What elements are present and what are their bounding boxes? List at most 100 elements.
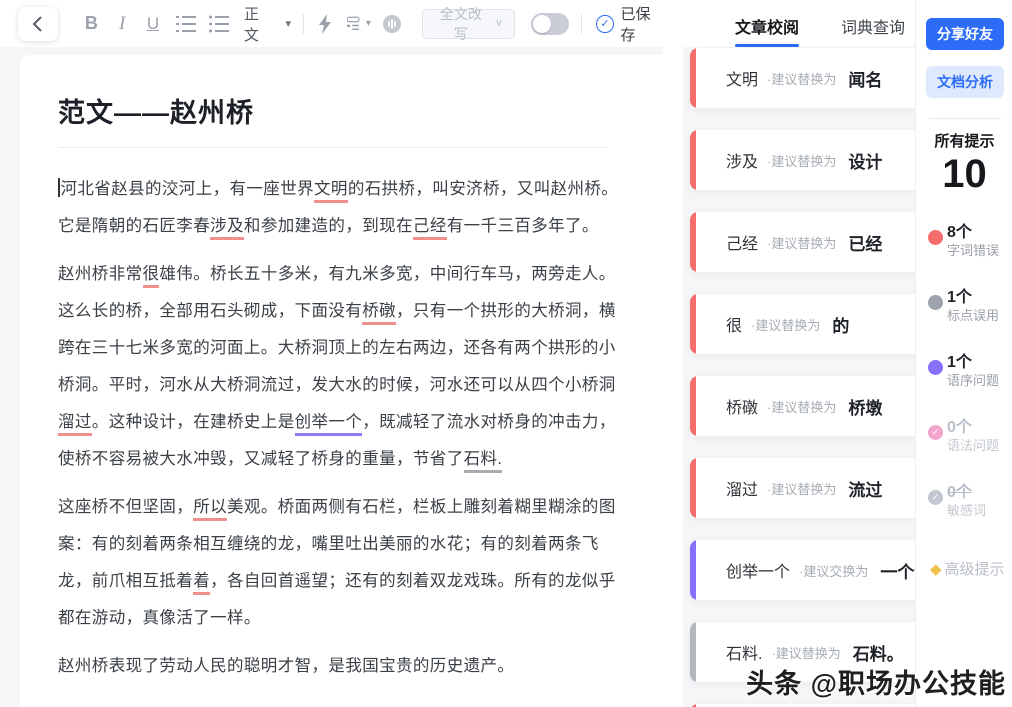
stat-row[interactable]: 1个 标点误用 [928,289,1012,325]
proofread-toggle[interactable] [531,13,569,35]
watermark: 头条 @职场办公技能 [746,662,1006,701]
sidebar-divider [929,118,1001,119]
flagged-text[interactable]: 文明 [314,180,348,203]
suggestion-replacement[interactable]: 石料。 [853,640,904,665]
suggestion-original: 文明 [726,66,758,90]
stat-row[interactable]: ✓ 0个 语法问题 [928,419,1012,455]
suggestion-action-label: ·建议替换为 [767,151,836,170]
unordered-list-button[interactable] [207,7,230,41]
stats-list: 8个 字词错误 1个 标点误用 1个 语序问题 ✓ 0个 语法问题 ✓ 0个 敏… [928,224,1012,549]
layout-icon [347,15,362,33]
unordered-list-icon [209,15,229,33]
body-text: 河北省赵县的洨河上，有一座世界 [61,180,315,198]
suggestion-action-label: ·建议替换为 [767,397,836,416]
document-paragraph[interactable]: 河北省赵县的洨河上，有一座世界文明的石拱桥，叫安济桥，又叫赵州桥。它是隋朝的石匠… [58,171,623,245]
stat-count: 8个 [947,224,999,242]
document-body[interactable]: 河北省赵县的洨河上，有一座世界文明的石拱桥，叫安济桥，又叫赵州桥。它是隋朝的石匠… [58,171,623,685]
suggestion-action-label: ·建议替换为 [767,479,836,498]
underline-button[interactable]: U [142,7,165,41]
suggestion-action-label: ·建议替换为 [751,315,820,334]
stat-row[interactable]: 8个 字词错误 [928,224,1012,260]
premium-hints-link[interactable]: ◆ 高级提示 [930,558,1005,579]
save-status: ✓ 已保存 [596,3,663,45]
toolbar: B I U 正文 ▾ ▾ 全文改 [0,0,663,47]
stat-label: 字词错误 [947,242,999,260]
back-button[interactable] [18,7,58,41]
stat-row[interactable]: 1个 语序问题 [928,354,1012,390]
suggestion-replacement[interactable]: 的 [832,312,849,337]
layout-menu-button[interactable]: ▾ [347,7,371,41]
flagged-text[interactable]: 石料. [464,450,503,473]
saved-label: 已保存 [621,3,663,45]
document-paragraph[interactable]: 这座桥不但坚固，所以美观。桥面两侧有石栏，栏板上雕刻着糊里糊涂的图案：有的刻着两… [58,489,623,637]
ordered-list-button[interactable] [174,7,197,41]
stat-check-icon: ✓ [928,490,943,505]
full-rewrite-label: 全文改写 [435,4,487,44]
suggestion-original: 创举一个 [726,558,790,582]
tab-article-proofread[interactable]: 文章校阅 [735,14,799,47]
flagged-text[interactable]: 己经 [413,217,447,240]
suggestion-card[interactable]: 创举一个 ·建议交换为 一个创举 [690,540,915,600]
flagged-text[interactable]: 桥礅 [362,302,396,325]
suggestion-original: 溜过 [726,476,758,500]
document-paragraph[interactable]: 赵州桥表现了劳动人民的聪明才智，是我国宝贵的历史遗产。 [58,648,623,685]
ordered-list-icon [176,15,196,33]
toolbar-divider [581,14,582,34]
body-text: 有一千三百多年了。 [447,217,599,235]
stat-count: 0个 [947,484,986,502]
document-sheet[interactable]: 范文——赵州桥 河北省赵县的洨河上，有一座世界文明的石拱桥，叫安济桥，又叫赵州桥… [20,55,663,707]
stat-dot-icon [928,360,943,375]
suggestion-card[interactable]: 溜过 ·建议替换为 流过 [690,458,915,518]
document-paragraph[interactable]: 赵州桥非常很雄伟。桥长五十多米，有九米多宽，中间行车马，两旁走人。这么长的桥，全… [58,256,623,478]
flagged-text[interactable]: 着 [193,572,210,595]
flagged-text[interactable]: 溜过 [58,413,92,436]
suggestion-card[interactable]: 己经 ·建议替换为 已经 [690,212,915,272]
full-rewrite-button[interactable]: 全文改写 ∨ [422,9,516,39]
italic-button[interactable]: I [111,7,134,41]
suggestion-replacement[interactable]: 桥墩 [848,394,882,419]
chevron-left-icon [32,16,43,32]
suggestion-replacement[interactable]: 流过 [848,476,882,501]
speaker-circle-icon [382,14,402,34]
suggestion-replacement[interactable]: 设计 [848,148,882,173]
flagged-text[interactable]: 创举一个 [295,413,363,436]
flagged-text[interactable]: 所以 [193,498,227,521]
flagged-text[interactable]: 很 [143,265,160,288]
chevron-down-icon: ▾ [286,17,292,30]
suggestion-replacement[interactable]: 闻名 [848,66,882,91]
stat-label: 标点误用 [947,307,999,325]
body-text: 。这种设计，在建桥史上是 [92,413,295,431]
voice-read-button[interactable] [381,7,404,41]
paragraph-style-value: 正文 [244,3,272,45]
check-circle-icon: ✓ [596,15,613,33]
tab-dictionary-lookup[interactable]: 词典查询 [841,14,905,47]
panel-tabs: 文章校阅 词典查询 [683,0,915,47]
ai-rewrite-button[interactable] [314,7,337,41]
suggestion-action-label: ·建议交换为 [799,561,868,580]
suggestion-original: 涉及 [726,148,758,172]
stat-dot-icon [928,230,943,245]
suggestion-original: 很 [726,312,742,336]
chevron-down-icon: ∨ [495,18,502,29]
suggestion-card[interactable]: 桥礅 ·建议替换为 桥墩 [690,376,915,436]
stat-count: 1个 [947,289,999,307]
lightning-icon [318,14,332,34]
all-hints-title: 所有提示 [916,130,1012,151]
stat-check-icon: ✓ [928,425,943,440]
share-button[interactable]: 分享好友 [926,18,1004,50]
body-text: 和参加建造的，到现在 [244,217,413,235]
stat-row[interactable]: ✓ 0个 敏感词 [928,484,1012,520]
suggestion-card[interactable]: 涉及 ·建议替换为 设计 [690,130,915,190]
suggestion-card[interactable]: 文明 ·建议替换为 闻名 [690,48,915,108]
paragraph-style-select[interactable]: 正文 ▾ [244,3,291,45]
flagged-text[interactable]: 涉及 [210,217,244,240]
suggestion-action-label: ·建议替换为 [767,233,836,252]
bold-button[interactable]: B [80,7,103,41]
stat-count: 0个 [947,419,999,437]
suggestion-replacement[interactable]: 已经 [848,230,882,255]
suggestion-original: 石料. [726,640,762,664]
suggestion-list: 文明 ·建议替换为 闻名 涉及 ·建议替换为 设计 己经 ·建议替换为 已经 很… [683,47,915,707]
document-analysis-button[interactable]: 文档分析 [926,66,1004,98]
suggestion-card[interactable]: 很 ·建议替换为 的 [690,294,915,354]
suggestion-replacement[interactable]: 一个创举 [880,558,915,583]
